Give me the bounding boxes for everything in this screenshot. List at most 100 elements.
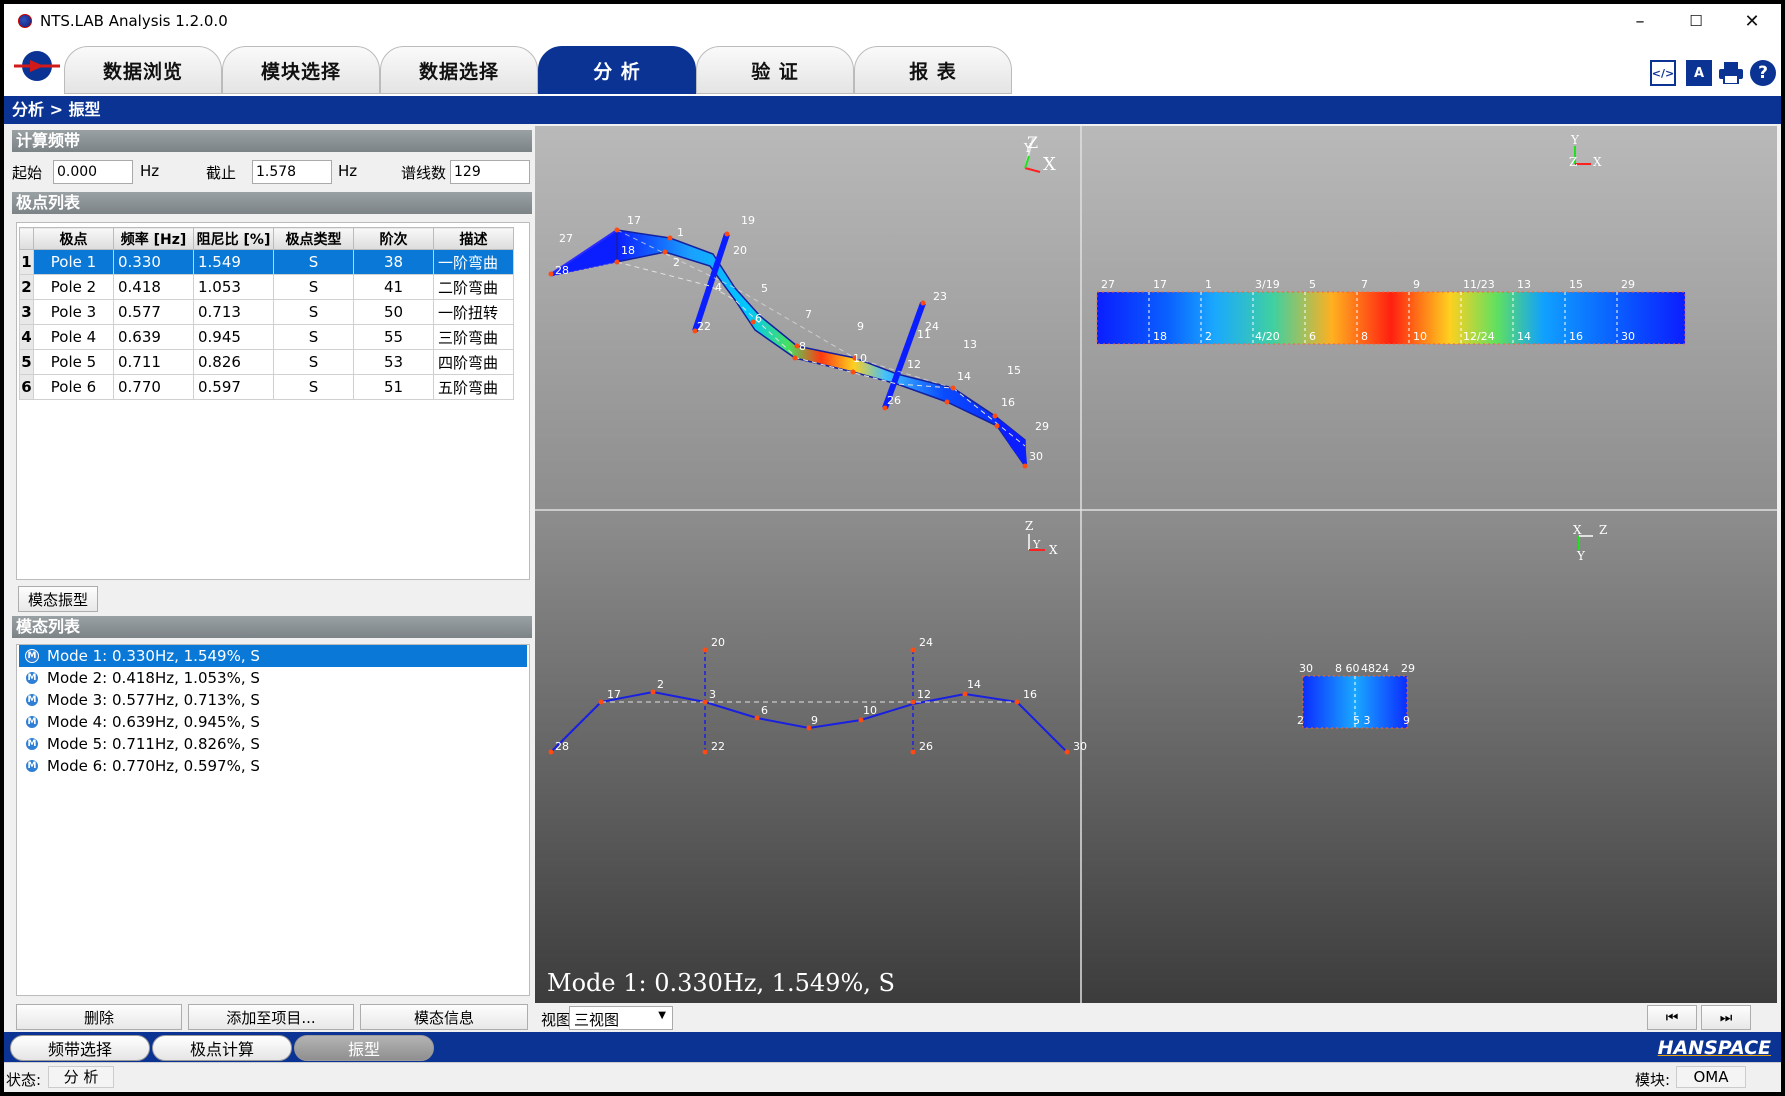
minimize-button[interactable]: –: [1612, 4, 1668, 38]
list-item[interactable]: M Mode 2: 0.418Hz, 1.053%, S: [19, 667, 527, 689]
add-to-project-button[interactable]: 添加至项目...: [188, 1004, 354, 1030]
tab-data-select[interactable]: 数据选择: [380, 46, 538, 94]
print-icon[interactable]: [1718, 60, 1744, 86]
list-item[interactable]: M Mode 1: 0.330Hz, 1.549%, S: [19, 645, 527, 667]
column-header[interactable]: 极点类型: [273, 227, 354, 250]
node-label: 2: [1205, 330, 1212, 343]
pole-order: 55: [353, 324, 434, 350]
title-bar: NTS.LAB Analysis 1.2.0.0 – ☐ ✕: [4, 4, 1781, 38]
breadcrumb: 分析 > 振型: [4, 96, 1781, 124]
end-freq-input[interactable]: [252, 160, 332, 184]
pole-name: Pole 1: [33, 249, 114, 275]
axis-label: X: [1049, 543, 1058, 557]
end-unit: Hz: [338, 162, 358, 180]
table-row[interactable]: 5 Pole 5 0.711 0.826 S 53 四阶弯曲: [19, 349, 514, 375]
pole-description: 四阶弯曲: [433, 349, 514, 375]
close-button[interactable]: ✕: [1724, 4, 1780, 38]
pole-damping: 0.945: [193, 324, 274, 350]
list-item[interactable]: M Mode 3: 0.577Hz, 0.713%, S: [19, 689, 527, 711]
node-label: 18: [1153, 330, 1167, 343]
pole-description: 三阶弯曲: [433, 324, 514, 350]
node-label: 16: [1001, 396, 1015, 409]
column-header[interactable]: 极点: [33, 227, 114, 250]
view-select[interactable]: 三视图 ▼: [569, 1006, 673, 1030]
axis-label: Z: [1025, 519, 1033, 533]
tab-analysis[interactable]: 分 析: [538, 46, 696, 94]
start-unit: Hz: [140, 162, 160, 180]
tab-module-select[interactable]: 模块选择: [222, 46, 380, 94]
pole-damping: 0.597: [193, 374, 274, 400]
tab-pole-calc[interactable]: 极点计算: [152, 1035, 292, 1061]
mode-label: Mode 3: 0.577Hz, 0.713%, S: [47, 691, 260, 709]
pole-frequency: 0.577: [113, 299, 194, 325]
node-label: 29: [1621, 278, 1635, 291]
row-number: 5: [19, 349, 34, 375]
row-number: 2: [19, 274, 34, 300]
company-logo-icon: [14, 51, 60, 81]
window-title: NTS.LAB Analysis 1.2.0.0: [40, 12, 228, 30]
node-label: 27: [1101, 278, 1115, 291]
pole-frequency: 0.418: [113, 274, 194, 300]
help-icon[interactable]: ?: [1750, 60, 1776, 86]
application-window: NTS.LAB Analysis 1.2.0.0 – ☐ ✕ 数据浏览 模块选择…: [4, 4, 1781, 1092]
column-header[interactable]: 频率 [Hz]: [113, 227, 194, 250]
pole-table-header: 极点 频率 [Hz] 阻尼比 [%] 极点类型 阶次 描述: [19, 227, 514, 250]
list-item[interactable]: M Mode 6: 0.770Hz, 0.597%, S: [19, 755, 527, 777]
spectral-lines-label: 谱线数: [401, 164, 447, 182]
row-number: 3: [19, 299, 34, 325]
node-label: 10: [863, 704, 877, 717]
table-row[interactable]: 4 Pole 4 0.639 0.945 S 55 三阶弯曲: [19, 324, 514, 350]
tab-data-browse[interactable]: 数据浏览: [64, 46, 222, 94]
node-label: 11/23: [1463, 278, 1495, 291]
tab-report[interactable]: 报 表: [854, 46, 1012, 94]
node-label: 17: [627, 214, 641, 227]
mode-label: Mode 4: 0.639Hz, 0.945%, S: [47, 713, 260, 731]
tab-mode-shape[interactable]: 振型: [294, 1035, 434, 1061]
pole-name: Pole 2: [33, 274, 114, 300]
node-label: 22: [711, 740, 725, 753]
code-window-icon[interactable]: </>: [1650, 60, 1676, 86]
axis-label: X: [1573, 523, 1582, 537]
list-item[interactable]: M Mode 4: 0.639Hz, 0.945%, S: [19, 711, 527, 733]
pole-frequency: 0.770: [113, 374, 194, 400]
pole-order: 53: [353, 349, 434, 375]
pole-description: 五阶弯曲: [433, 374, 514, 400]
pole-name: Pole 3: [33, 299, 114, 325]
viewport-canvas[interactable]: 27 28 17 18 1 2 19 20 4 22 5 6 7 8 9 10 …: [535, 126, 1777, 1003]
previous-mode-button[interactable]: ⏮: [1647, 1005, 1697, 1030]
list-item[interactable]: M Mode 5: 0.711Hz, 0.826%, S: [19, 733, 527, 755]
node-label: 30: [1029, 450, 1043, 463]
spectral-lines-input[interactable]: [450, 160, 530, 184]
axis-label: Z: [1569, 155, 1577, 169]
tab-verification[interactable]: 验 证: [696, 46, 854, 94]
node-label: 19: [741, 214, 755, 227]
end-label: 截止: [206, 164, 237, 182]
table-row[interactable]: 6 Pole 6 0.770 0.597 S 51 五阶弯曲: [19, 374, 514, 400]
table-row[interactable]: 2 Pole 2 0.418 1.053 S 41 二阶弯曲: [19, 274, 514, 300]
column-header[interactable]: 阶次: [353, 227, 434, 250]
mode-shape-button[interactable]: 模态振型: [18, 586, 98, 612]
top-view[interactable]: [1096, 291, 1686, 345]
node-label: 26: [919, 740, 933, 753]
mode-shape-viewport[interactable]: 27 28 17 18 1 2 19 20 4 22 5 6 7 8 9 10 …: [535, 126, 1777, 1003]
axis-label: Z: [1599, 523, 1607, 537]
mode-info-button[interactable]: 模态信息: [360, 1004, 528, 1030]
translate-icon[interactable]: A: [1686, 60, 1712, 86]
next-mode-button[interactable]: ⏭: [1701, 1005, 1751, 1030]
node-label: 15: [1569, 278, 1583, 291]
tab-band-select[interactable]: 频带选择: [10, 1035, 150, 1061]
node-label: 28: [555, 740, 569, 753]
table-row[interactable]: 3 Pole 3 0.577 0.713 S 50 一阶扭转: [19, 299, 514, 325]
status-bar: 状态: 分 析 模块: OMA: [4, 1062, 1781, 1092]
maximize-button[interactable]: ☐: [1668, 4, 1724, 38]
node-label: 7: [805, 308, 812, 321]
table-row[interactable]: 1 Pole 1 0.330 1.549 S 38 一阶弯曲: [19, 249, 514, 275]
column-header[interactable]: 阻尼比 [%]: [193, 227, 274, 250]
start-freq-input[interactable]: [53, 160, 133, 184]
pole-order: 51: [353, 374, 434, 400]
node-label: 29: [1401, 662, 1415, 675]
node-label: 5: [761, 282, 768, 295]
column-header[interactable]: 描述: [433, 227, 514, 250]
mode-list: M Mode 1: 0.330Hz, 1.549%, S M Mode 2: 0…: [16, 644, 530, 996]
delete-button[interactable]: 删除: [16, 1004, 182, 1030]
